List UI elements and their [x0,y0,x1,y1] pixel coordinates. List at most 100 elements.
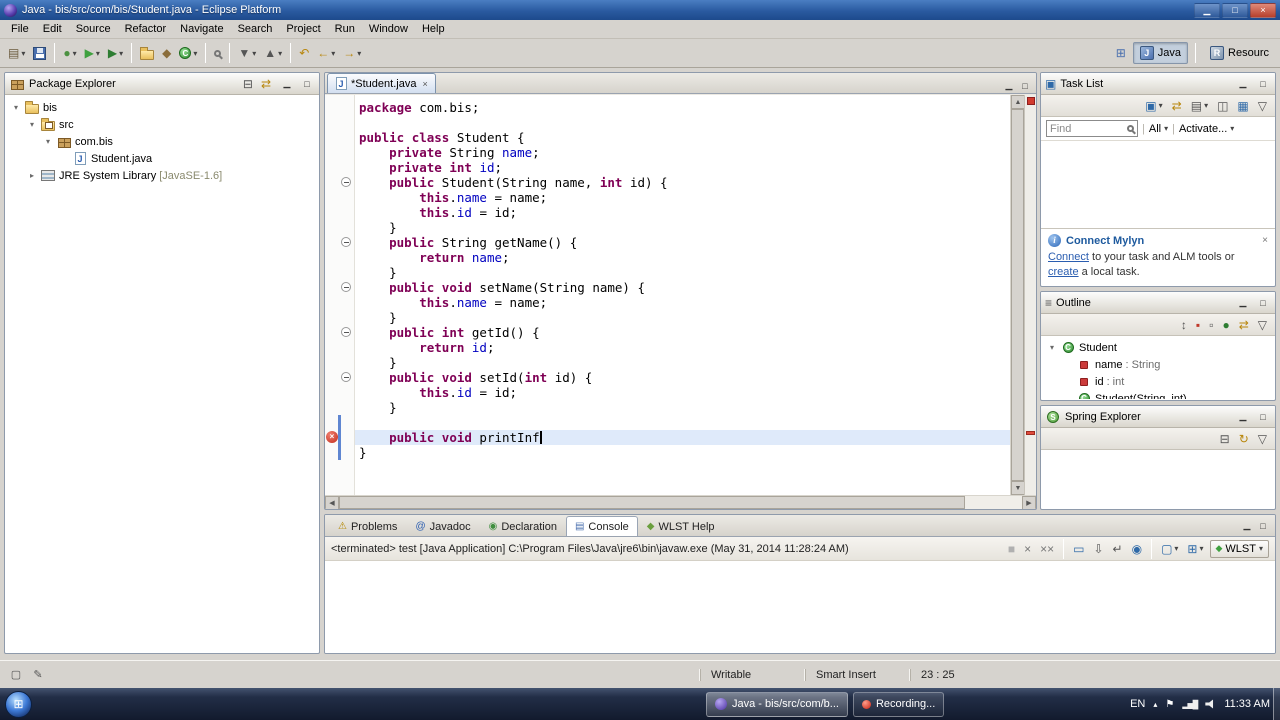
save-button[interactable] [29,42,50,64]
error-overview-mark[interactable] [1026,431,1035,435]
tab-problems[interactable]: ⚠ Problems [329,516,406,536]
tab-javadoc[interactable]: @ Javadoc [406,516,479,536]
hide-completed-button[interactable]: ◫ [1213,95,1232,117]
display-selected-console-button[interactable]: ▢ ▾ [1157,538,1182,560]
menu-search[interactable]: Search [231,21,280,37]
error-marker-icon[interactable]: × [326,431,338,443]
view-menu-button[interactable]: ▽ [1254,428,1271,450]
volume-icon[interactable] [1205,699,1214,709]
run-button[interactable]: ▶ ▾ [81,42,104,64]
editor-overview-ruler[interactable] [1024,95,1036,495]
tab-console[interactable]: ▤ Console [565,516,638,536]
code-line-13[interactable]: public void setName(String name) { [355,280,1010,295]
gutter-line-10[interactable] [325,235,354,250]
code-line-16[interactable]: public int getId() { [355,325,1010,340]
menu-help[interactable]: Help [415,21,452,37]
fold-collapse-icon[interactable] [341,327,351,337]
code-line-12[interactable]: } [355,265,1010,280]
trim-stack-icon-1[interactable]: ▢ [8,667,24,683]
previous-annotation-button[interactable]: ▲ ▾ [260,42,286,64]
gutter-line-9[interactable] [325,220,354,235]
tab-wlst-help[interactable]: ◆ WLST Help [638,516,724,536]
error-indicator-icon[interactable] [1027,97,1035,105]
scroll-left-icon[interactable]: ◀ [325,496,339,509]
dropdown-arrow-icon[interactable]: ▾ [1199,544,1203,553]
dropdown-arrow-icon[interactable]: ▾ [119,49,123,58]
code-line-20[interactable]: this.id = id; [355,385,1010,400]
terminate-button[interactable]: ■ [1004,538,1019,560]
gutter-line-15[interactable] [325,310,354,325]
new-wizard-button[interactable]: ▤ ▾ [4,42,29,64]
code-line-15[interactable]: } [355,310,1010,325]
fold-collapse-icon[interactable] [341,372,351,382]
clear-console-button[interactable]: ▭ [1069,538,1088,560]
dropdown-arrow-icon[interactable]: ▾ [331,49,335,58]
hidden-icons-arrow[interactable]: ▴ [1153,700,1157,709]
activate-task-dropdown[interactable]: Activate... ▾ [1179,123,1234,135]
categorized-presentation-button[interactable]: ▤ ▾ [1187,95,1212,117]
tree-item-jre-system-library[interactable]: ▸ JRE System Library [JavaSE-1.6] [7,167,317,184]
clock[interactable]: 11:33 AM [1224,698,1270,710]
tree-expand-icon[interactable]: ▸ [27,171,37,180]
gutter-line-14[interactable] [325,295,354,310]
hide-non-public-members-button[interactable]: ● [1218,314,1233,336]
menu-file[interactable]: File [4,21,36,37]
tree-expand-icon[interactable]: ▾ [1047,343,1057,352]
network-icon[interactable]: ▂▅█ [1182,700,1198,709]
new-java-package-button[interactable]: ◆ [158,42,175,64]
close-window-button[interactable]: × [1250,2,1276,18]
new-java-class-button[interactable]: ▾ [175,42,201,64]
gutter-line-20[interactable] [325,385,354,400]
code-line-7[interactable]: this.name = name; [355,190,1010,205]
dropdown-arrow-icon[interactable]: ▾ [21,49,25,58]
new-java-project-button[interactable] [136,42,158,64]
code-line-23[interactable]: public void printInf [355,430,1010,445]
fold-collapse-icon[interactable] [341,237,351,247]
action-center-icon[interactable]: ⚑ [1165,699,1174,710]
dropdown-arrow-icon[interactable]: ▾ [1174,544,1178,553]
code-line-4[interactable]: private String name; [355,145,1010,160]
minimize-view-button[interactable]: ▁ [1235,76,1251,91]
code-line-10[interactable]: public String getName() { [355,235,1010,250]
code-line-6[interactable]: public Student(String name, int id) { [355,175,1010,190]
back-button[interactable]: ← ▾ [313,42,339,64]
show-desktop-button[interactable] [1273,688,1280,720]
gutter-line-5[interactable] [325,160,354,175]
collapse-all-button[interactable]: ⊟ [239,73,257,95]
outline-item-student[interactable]: ▾ C Student [1043,339,1273,356]
tree-expand-icon[interactable]: ▾ [43,137,53,146]
code-line-8[interactable]: this.id = id; [355,205,1010,220]
editor-tab-student-java[interactable]: J *Student.java × [327,73,436,93]
task-filter-dropdown[interactable]: All ▾ [1149,123,1168,135]
menu-window[interactable]: Window [362,21,415,37]
remove-launch-button[interactable]: × [1020,538,1035,560]
menu-navigate[interactable]: Navigate [173,21,230,37]
code-line-24[interactable]: } [355,445,1010,460]
gutter-line-21[interactable] [325,400,354,415]
dropdown-arrow-icon[interactable]: ▾ [193,49,197,58]
maximize-window-button[interactable]: □ [1222,2,1248,18]
console-output[interactable] [325,562,1275,653]
horizontal-scroll-thumb[interactable] [339,496,965,509]
code-editor[interactable]: package com.bis; public class Student { p… [355,95,1010,495]
minimize-view-button[interactable]: ▁ [1235,295,1251,310]
fold-collapse-icon[interactable] [341,177,351,187]
link-with-editor-button[interactable]: ⇄ [257,73,275,95]
view-menu-button[interactable]: ▽ [1254,95,1271,117]
view-menu-button[interactable]: ▽ [1254,314,1271,336]
trim-stack-icon-2[interactable]: ✎ [30,667,46,683]
start-button[interactable]: ⊞ [5,690,32,718]
dropdown-arrow-icon[interactable]: ▾ [252,49,256,58]
dismiss-mylyn-icon[interactable]: × [1262,235,1268,246]
dropdown-arrow-icon[interactable]: ▾ [96,49,100,58]
dropdown-arrow-icon[interactable]: ▾ [1159,101,1163,110]
gutter-line-23[interactable]: × [325,430,354,445]
taskbar-app-eclipse[interactable]: Java - bis/src/com/b... [706,691,848,717]
gutter-line-19[interactable] [325,370,354,385]
tree-item-com-bis[interactable]: ▾ com.bis [7,133,317,150]
outline-item-name[interactable]: name : String [1043,356,1273,373]
search-button[interactable] [210,42,225,64]
gutter-line-11[interactable] [325,250,354,265]
menu-source[interactable]: Source [69,21,118,37]
code-line-17[interactable]: return id; [355,340,1010,355]
